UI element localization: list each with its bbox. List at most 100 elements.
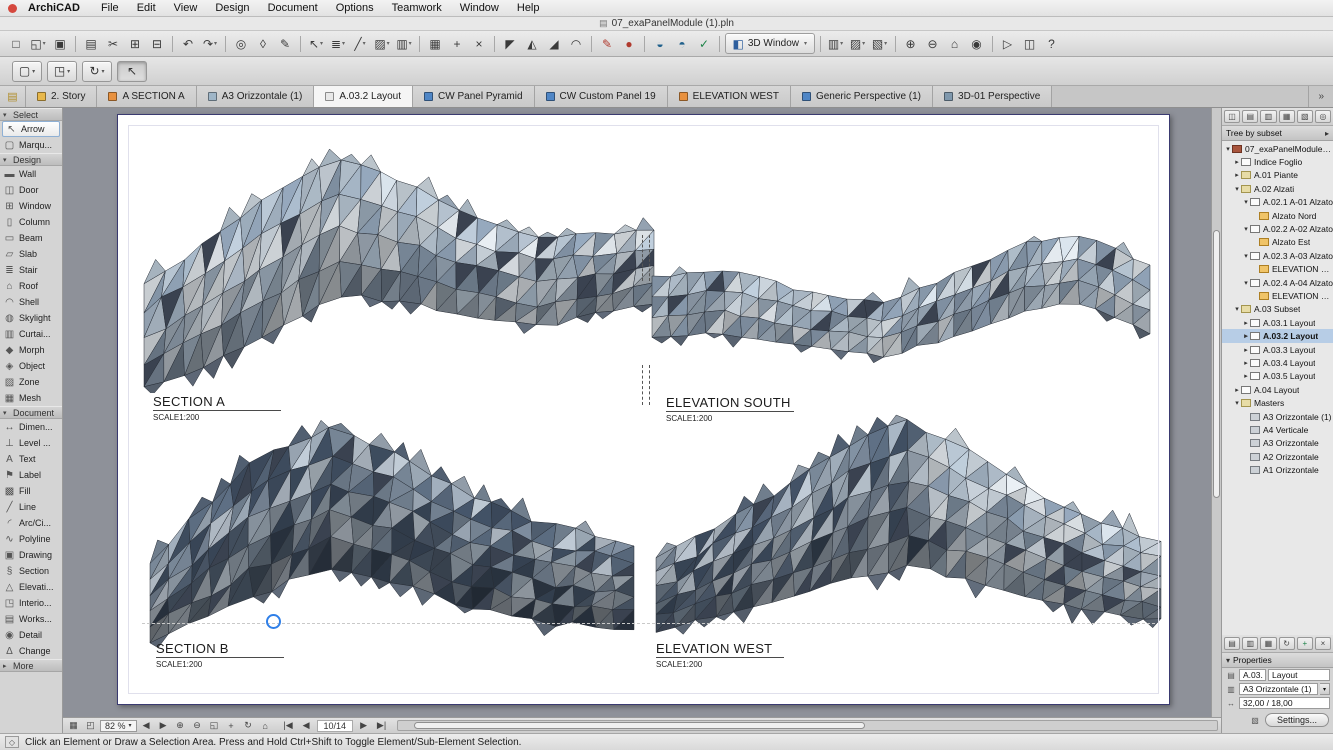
next-page-button[interactable]: ▶ xyxy=(356,719,371,732)
toolbox-item[interactable]: ≣ Stair xyxy=(0,262,62,278)
pen-color-select[interactable]: ╱ ▾ xyxy=(350,33,371,54)
toolbox-item[interactable]: Design xyxy=(0,153,62,166)
tree-item[interactable]: ELEVATION WES xyxy=(1222,289,1333,302)
properties-header[interactable]: ▾ Properties xyxy=(1222,653,1333,668)
disclosure-icon[interactable] xyxy=(1242,359,1250,367)
toolbox-item[interactable]: ◉ Detail xyxy=(0,627,62,643)
toolbox-item[interactable]: ◠ Shell xyxy=(0,294,62,310)
split-button[interactable]: ◭ ▾ xyxy=(522,33,543,54)
toolbox-item[interactable]: ▨ Zone xyxy=(0,374,62,390)
disclosure-icon[interactable] xyxy=(1233,171,1241,179)
view-tab[interactable]: ELEVATION WEST xyxy=(668,86,791,107)
property-id-field[interactable]: A.03. xyxy=(1239,669,1266,681)
menu-item[interactable]: Help xyxy=(508,2,549,14)
view-tab[interactable]: A3 Orizzontale (1) xyxy=(197,86,315,107)
markup-entry-button[interactable]: ● ▾ xyxy=(619,33,640,54)
last-page-button[interactable]: ▶| xyxy=(374,719,389,732)
3d-window-button[interactable]: ◧ 3D Window ▾ xyxy=(725,33,816,54)
redo-button[interactable]: ↷ ▾ xyxy=(200,33,221,54)
toolbox-item[interactable]: ⌂ Roof xyxy=(0,278,62,294)
home-view-button[interactable]: ⌂ ▾ xyxy=(944,33,965,54)
add-button[interactable]: + xyxy=(1297,637,1313,650)
property-value-field[interactable]: A3 Orizzontale (1) xyxy=(1239,683,1318,695)
tree-item[interactable]: Alzato Est xyxy=(1222,236,1333,249)
toolbox-item[interactable]: ◍ Skylight xyxy=(0,310,62,326)
grid-toggle-button[interactable]: ▦ xyxy=(66,719,81,732)
orbit-button[interactable]: ↻ xyxy=(241,719,256,732)
tree-item[interactable]: A3 Orizzontale xyxy=(1222,437,1333,450)
delete-button[interactable]: × xyxy=(1315,637,1331,650)
zoom-in-button[interactable]: ⊕ ▾ xyxy=(900,33,921,54)
pen-button[interactable]: ✎ ▾ xyxy=(275,33,296,54)
toolbox-item[interactable]: ⚑ Label xyxy=(0,467,62,483)
new-button[interactable]: □ ▾ xyxy=(6,33,27,54)
toolbox-item[interactable]: ⊞ Window xyxy=(0,198,62,214)
grid-snap-button[interactable]: ▦ ▾ xyxy=(425,33,446,54)
drawing-elevation-west[interactable]: ELEVATION WEST SCALE1:200 xyxy=(648,407,1173,692)
toolbox-item[interactable]: ◆ Morph xyxy=(0,342,62,358)
settings-button[interactable]: Settings... xyxy=(1265,713,1329,727)
horizontal-scrollbar-thumb[interactable] xyxy=(414,722,864,729)
separator[interactable]: ▾ xyxy=(75,36,76,52)
separator[interactable]: ▾ xyxy=(300,36,301,52)
tree-item[interactable]: A.02.1 A-01 Alzato xyxy=(1222,196,1333,209)
separator[interactable]: ▾ xyxy=(225,36,226,52)
toolbox-item[interactable]: ⊥ Level ... xyxy=(0,435,62,451)
menu-item[interactable]: Design xyxy=(206,2,258,14)
zoom-level-field[interactable]: 82 % ▾ xyxy=(100,720,137,732)
toolbox-item[interactable]: ↔ Dimen... xyxy=(0,419,62,435)
tree-item[interactable]: Masters xyxy=(1222,396,1333,409)
help-button[interactable]: ? ▾ xyxy=(1041,33,1062,54)
search-button[interactable]: ◎ ▾ xyxy=(231,33,252,54)
view-map-button[interactable]: ▥ xyxy=(1260,110,1276,123)
toolbox-item[interactable]: Δ Change xyxy=(0,643,62,659)
view-tab[interactable]: CW Panel Pyramid xyxy=(413,86,534,107)
tree-item[interactable]: A2 Orizzontale xyxy=(1222,450,1333,463)
menu-item[interactable]: Window xyxy=(451,2,508,14)
save-button[interactable]: ▣ ▾ xyxy=(50,33,71,54)
print-button[interactable]: ▤ ▾ xyxy=(81,33,102,54)
cut-button[interactable]: ✂ ▾ xyxy=(103,33,124,54)
flyout-arrow-icon[interactable]: ▸ xyxy=(1325,129,1329,138)
publish-button[interactable]: ▷ ▾ xyxy=(997,33,1018,54)
disclosure-icon[interactable] xyxy=(1233,185,1241,193)
arrow-tool-select[interactable]: ↖ ▾ xyxy=(306,33,327,54)
teamwork-ok-button[interactable]: ✓ ▾ xyxy=(694,33,715,54)
disclosure-icon[interactable] xyxy=(1242,346,1250,354)
drawing-section-a[interactable]: SECTION A SCALE1:200 xyxy=(136,143,666,443)
disclosure-icon[interactable] xyxy=(1233,158,1241,166)
teamwork-receive-button[interactable]: ◓ ▾ xyxy=(672,33,693,54)
view-tab[interactable]: CW Custom Panel 19 xyxy=(535,86,668,107)
toolbox-item[interactable]: ▢ Marqu... xyxy=(0,137,62,153)
toolbox-item[interactable]: ▬ Wall xyxy=(0,166,62,182)
rotate-mode-button[interactable]: ↻ ▾ xyxy=(82,61,112,82)
layer-select[interactable]: ▥ ▾ xyxy=(394,33,415,54)
trim-button[interactable]: ◤ ▾ xyxy=(500,33,521,54)
toolbox-item[interactable]: △ Elevati... xyxy=(0,579,62,595)
property-value-field[interactable]: Layout xyxy=(1268,669,1330,681)
toolbox-item[interactable]: ▱ Slab xyxy=(0,246,62,262)
copy-button[interactable]: ⊞ ▾ xyxy=(125,33,146,54)
toolbox-item[interactable]: ↖ Arrow xyxy=(2,121,60,137)
pen-sets-button[interactable]: ▨ ▾ xyxy=(847,33,868,54)
open-button[interactable]: ◱ ▾ xyxy=(28,33,49,54)
view-tab[interactable]: 3D-01 Perspective xyxy=(933,86,1052,107)
pin-palette-button[interactable]: ◎ xyxy=(1315,110,1331,123)
tab-overflow-button[interactable]: » xyxy=(1308,86,1333,107)
arrow-mode-button[interactable]: ↖ ▾ xyxy=(117,61,147,82)
menu-item[interactable]: View xyxy=(165,2,207,14)
tree-item[interactable]: A.01 Piante xyxy=(1222,169,1333,182)
menu-item[interactable]: Options xyxy=(327,2,383,14)
zoom-out-button[interactable]: ⊖ xyxy=(190,719,205,732)
toolbox-item[interactable]: ▦ Mesh xyxy=(0,390,62,406)
snap-guides-button[interactable]: + ▾ xyxy=(447,33,468,54)
toolbox-item[interactable]: Select xyxy=(0,108,62,121)
zoom-in-button[interactable]: ⊕ xyxy=(173,719,188,732)
toolbox-item[interactable]: ▭ Beam xyxy=(0,230,62,246)
layers-dialog-button[interactable]: ▥ ▾ xyxy=(825,33,846,54)
collapse-icon[interactable]: ▾ xyxy=(1226,656,1230,665)
toolbox-item[interactable]: ▯ Column xyxy=(0,214,62,230)
disclosure-icon[interactable] xyxy=(1242,319,1250,327)
project-chooser-button[interactable]: ◫ xyxy=(1224,110,1240,123)
tree-item[interactable]: A.02.3 A-03 Alzato xyxy=(1222,249,1333,262)
